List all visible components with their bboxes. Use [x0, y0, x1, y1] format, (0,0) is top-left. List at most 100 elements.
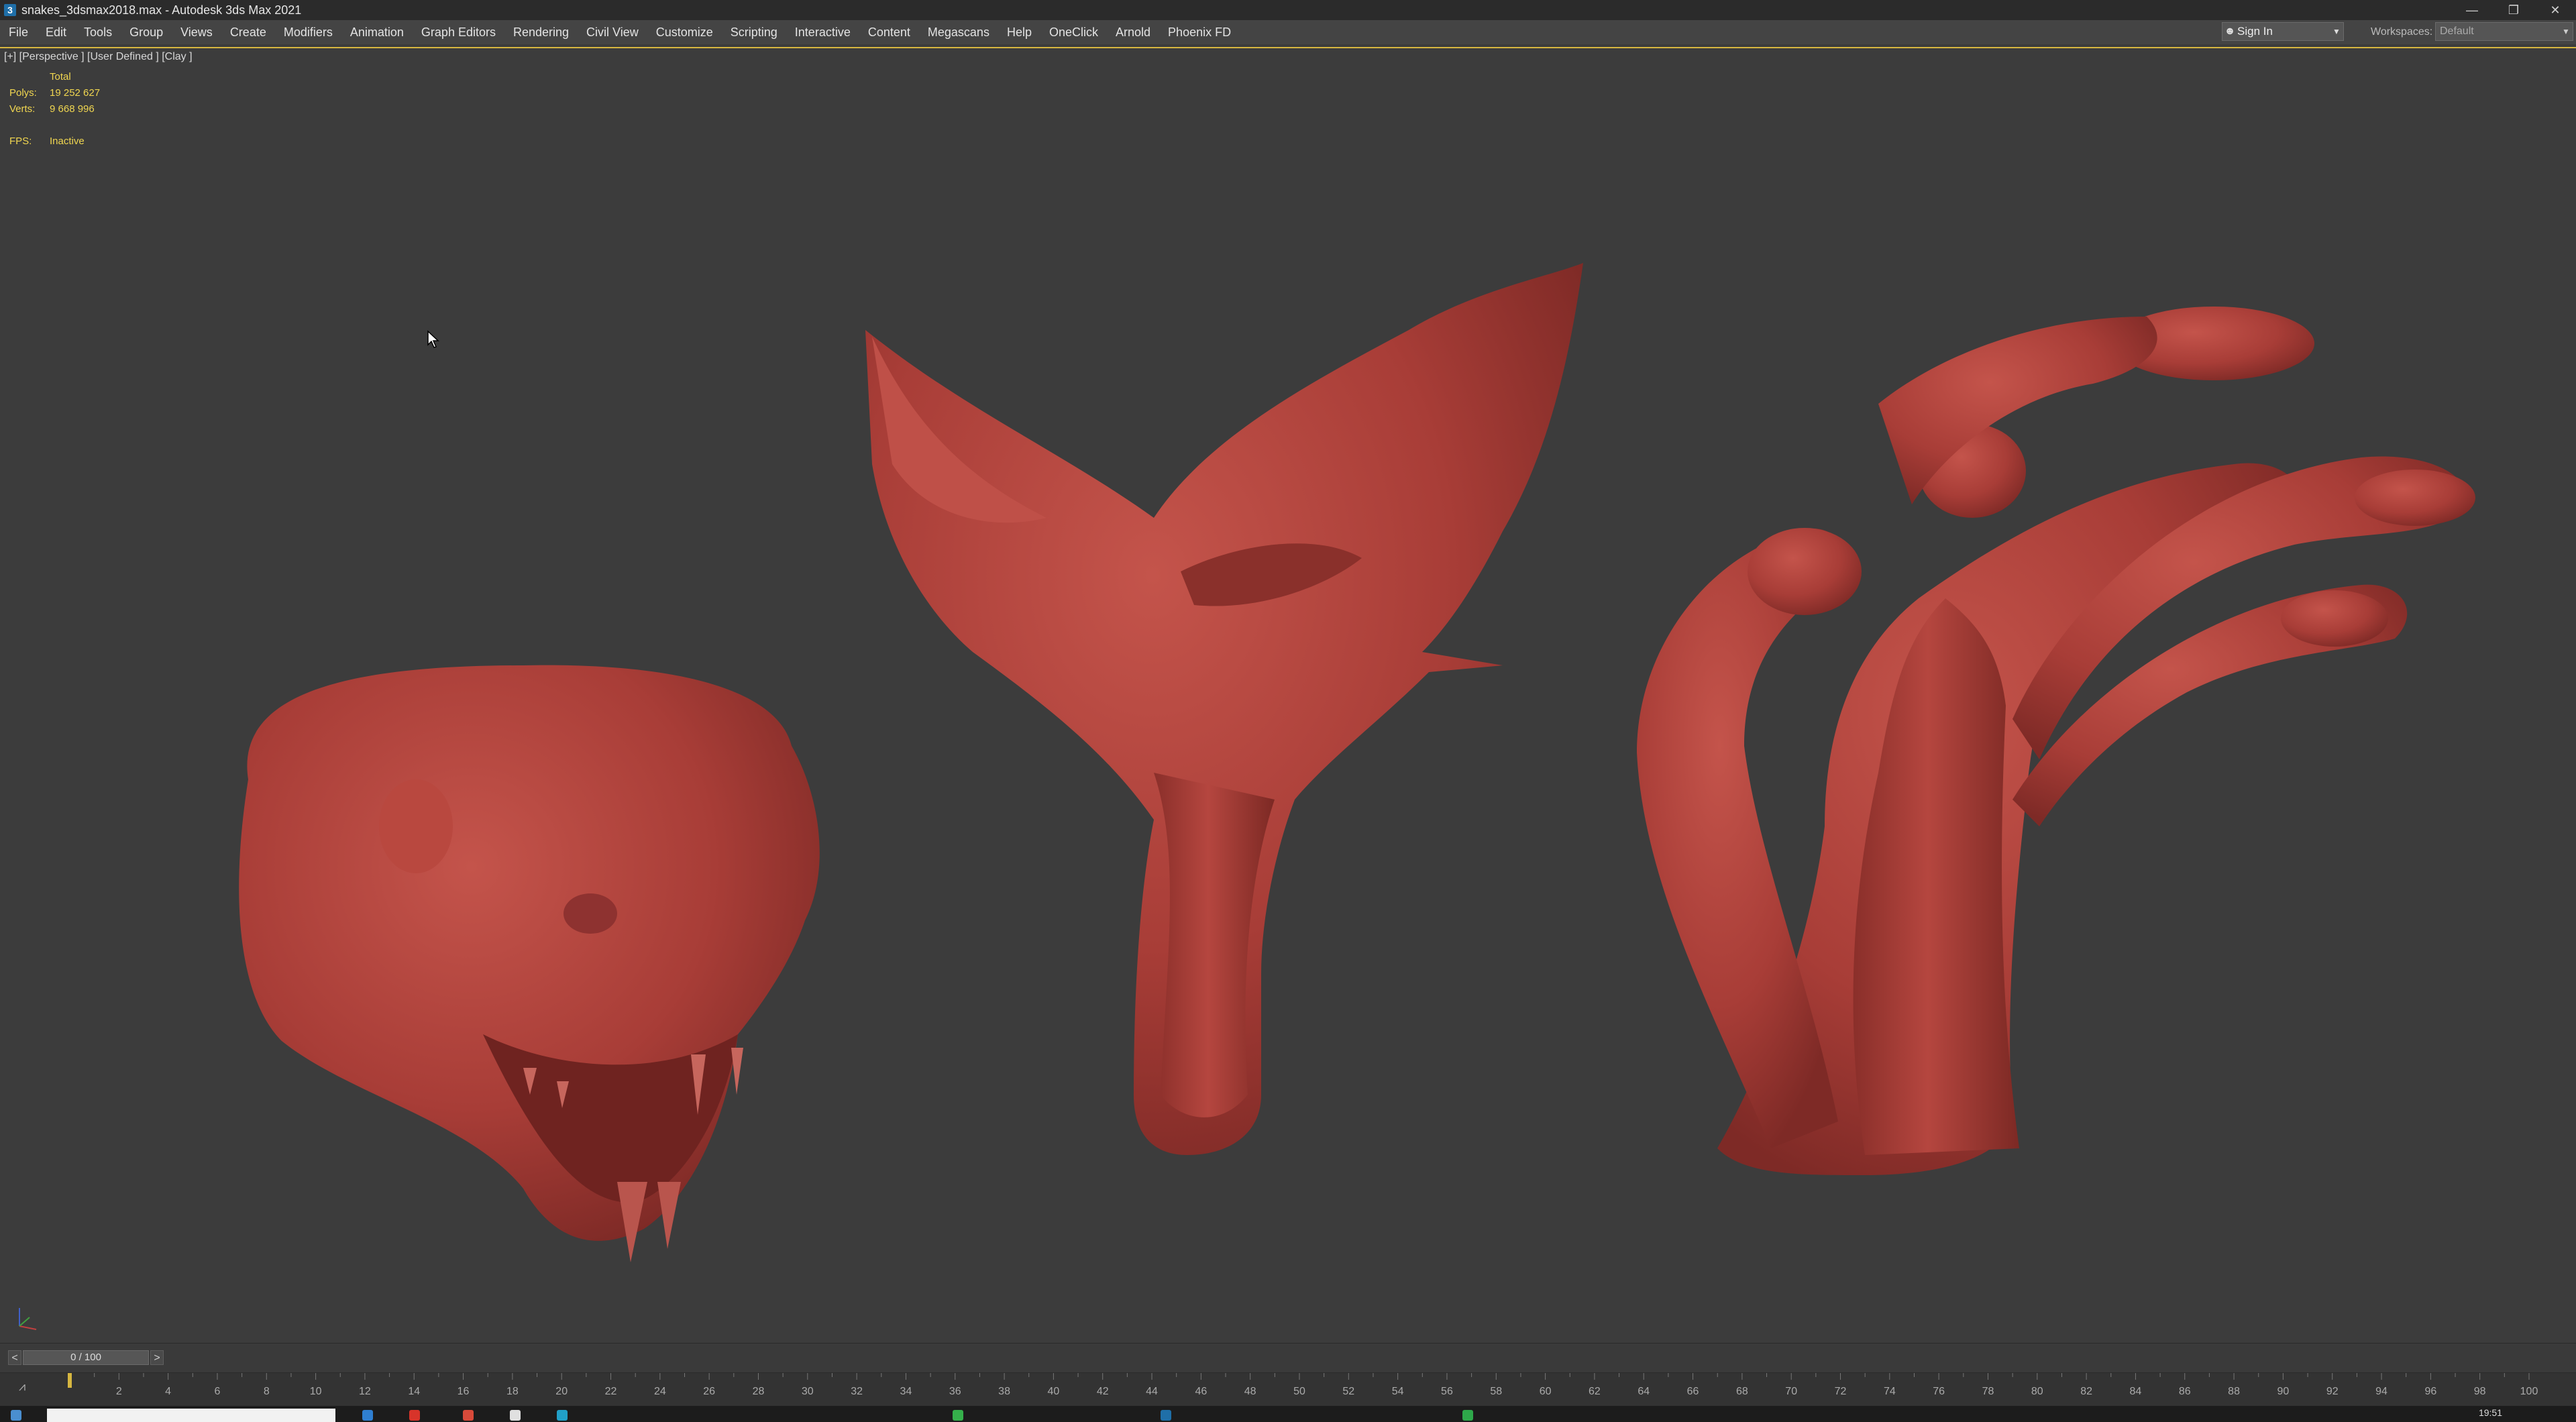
- ruler-tick-label: 14: [408, 1386, 420, 1397]
- time-slider-bar: < 0 / 100 >: [0, 1343, 2576, 1373]
- ruler-tick-label: 52: [1342, 1386, 1354, 1397]
- fps-value: Inactive: [50, 135, 85, 147]
- ruler-tick-label: 16: [458, 1386, 470, 1397]
- ruler-tick-label: 32: [851, 1386, 863, 1397]
- winged-cobra-model[interactable]: [865, 263, 1583, 1155]
- ruler-tick-label: 82: [2080, 1386, 2092, 1397]
- windows-taskbar: 19:51: [0, 1406, 2576, 1422]
- fps-label: FPS:: [9, 135, 32, 147]
- prev-frame-button[interactable]: <: [8, 1350, 21, 1365]
- ruler-tick-label: 62: [1589, 1386, 1601, 1397]
- ruler-tick-label: 38: [998, 1386, 1010, 1397]
- ruler-tick-label: 88: [2228, 1386, 2240, 1397]
- ruler-tick-label: 12: [359, 1386, 371, 1397]
- restore-button[interactable]: ❐: [2493, 0, 2534, 20]
- ruler-tick-label: 20: [555, 1386, 568, 1397]
- menu-phoenix-fd[interactable]: Phoenix FD: [1159, 25, 1240, 40]
- ruler-tick-label: 26: [703, 1386, 715, 1397]
- ruler-tick-label: 70: [1785, 1386, 1797, 1397]
- main-menu-bar: File Edit Tools Group Views Create Modif…: [0, 20, 2576, 44]
- ruler-tick-label: 92: [2326, 1386, 2339, 1397]
- close-button[interactable]: ✕: [2534, 0, 2576, 20]
- title-bar: 3 snakes_3dsmax2018.max - Autodesk 3ds M…: [0, 0, 2576, 20]
- ruler-tick-label: 98: [2474, 1386, 2486, 1397]
- ruler-tick-label: 6: [215, 1386, 221, 1397]
- taskbar-app-icon[interactable]: [557, 1410, 568, 1421]
- menu-scripting[interactable]: Scripting: [722, 25, 786, 40]
- taskbar-search-box[interactable]: [47, 1409, 335, 1422]
- ruler-tick-label: 64: [1638, 1386, 1650, 1397]
- ruler-tick-label: 36: [949, 1386, 961, 1397]
- polys-label: Polys:: [9, 87, 37, 99]
- workspace-select[interactable]: Default ▼: [2435, 22, 2573, 41]
- menu-arnold[interactable]: Arnold: [1107, 25, 1159, 40]
- 3dsmax-app-icon[interactable]: 3: [4, 4, 16, 16]
- ruler-tick-label: 24: [654, 1386, 666, 1397]
- verts-label: Verts:: [9, 103, 36, 115]
- window-controls: — ❐ ✕: [2451, 0, 2576, 20]
- ruler-tick-label: 68: [1736, 1386, 1748, 1397]
- perspective-viewport[interactable]: [+] [Perspective ] [User Defined ] [Clay…: [0, 47, 2576, 1343]
- chevron-down-icon: ▼: [2562, 27, 2570, 36]
- verts-value: 9 668 996: [50, 103, 95, 115]
- menu-content[interactable]: Content: [859, 25, 919, 40]
- menu-interactive[interactable]: Interactive: [786, 25, 859, 40]
- ruler-tick-label: 50: [1293, 1386, 1305, 1397]
- menu-civil-view[interactable]: Civil View: [578, 25, 647, 40]
- taskbar-app-icon[interactable]: [409, 1410, 420, 1421]
- user-icon: ☻: [2224, 25, 2236, 37]
- mouse-cursor-icon: [427, 330, 439, 348]
- taskbar-app-icon[interactable]: [463, 1410, 474, 1421]
- ruler-tick-label: 74: [1884, 1386, 1896, 1397]
- polys-value: 19 252 627: [50, 87, 101, 99]
- frame-ruler[interactable]: 2 4 6 8 10 12 14 16 18 20 22 24 26 28 30 32 34 36 38 40 42 44…: [0, 1373, 2576, 1407]
- menu-help[interactable]: Help: [998, 25, 1040, 40]
- ruler-tick-label: 58: [1490, 1386, 1502, 1397]
- taskbar-3dsmax-icon[interactable]: [1161, 1410, 1171, 1421]
- axis-tripod-icon: [19, 1308, 37, 1330]
- workspace-value: Default: [2440, 25, 2474, 37]
- menu-customize[interactable]: Customize: [647, 25, 722, 40]
- menu-megascans[interactable]: Megascans: [919, 25, 998, 40]
- ruler-tick-label: 78: [1982, 1386, 1994, 1397]
- taskbar-app-icon[interactable]: [953, 1410, 963, 1421]
- menu-tools[interactable]: Tools: [75, 25, 121, 40]
- time-slider[interactable]: 0 / 100: [23, 1350, 149, 1365]
- ruler-tick-label: 72: [1835, 1386, 1847, 1397]
- ruler-tick-label: 34: [900, 1386, 912, 1397]
- menu-file[interactable]: File: [0, 25, 37, 40]
- windows-start-icon[interactable]: [11, 1410, 21, 1421]
- ruler-tick-label: 40: [1048, 1386, 1060, 1397]
- minimize-button[interactable]: —: [2451, 0, 2493, 20]
- scene-render[interactable]: [0, 48, 2576, 1343]
- menu-oneclick[interactable]: OneClick: [1040, 25, 1107, 40]
- ruler-tick-label: 54: [1392, 1386, 1404, 1397]
- menu-group[interactable]: Group: [121, 25, 172, 40]
- ruler-tick-label: 84: [2130, 1386, 2142, 1397]
- taskbar-app-icon[interactable]: [510, 1410, 521, 1421]
- viewport-label[interactable]: [+] [Perspective ] [User Defined ] [Clay…: [4, 51, 193, 63]
- menu-create[interactable]: Create: [221, 25, 275, 40]
- ruler-tick-label: 60: [1540, 1386, 1552, 1397]
- menu-rendering[interactable]: Rendering: [504, 25, 578, 40]
- track-bar[interactable]: ⩘ 2 4 6 8 10 12 14 16 18 20 22 24 26 28 30 32 34 36 38 40 42…: [0, 1372, 2576, 1407]
- current-frame-marker[interactable]: [68, 1373, 72, 1388]
- ruler-tick-label: 90: [2277, 1386, 2290, 1397]
- next-frame-button[interactable]: >: [150, 1350, 164, 1365]
- taskbar-clock: 19:51: [2478, 1407, 2502, 1418]
- ruler-tick-label: 44: [1146, 1386, 1158, 1397]
- hydra-model[interactable]: [1637, 307, 2475, 1175]
- menu-edit[interactable]: Edit: [37, 25, 75, 40]
- menu-animation[interactable]: Animation: [341, 25, 413, 40]
- taskbar-app-icon[interactable]: [1462, 1410, 1473, 1421]
- menu-graph-editors[interactable]: Graph Editors: [413, 25, 504, 40]
- snake-head-model[interactable]: [239, 665, 820, 1262]
- ruler-tick-label: 2: [116, 1386, 122, 1397]
- menu-views[interactable]: Views: [172, 25, 221, 40]
- ruler-tick-label: 22: [605, 1386, 617, 1397]
- ruler-tick-label: 94: [2375, 1386, 2387, 1397]
- menu-modifiers[interactable]: Modifiers: [275, 25, 341, 40]
- sign-in-dropdown[interactable]: ☻ Sign In ▼: [2222, 22, 2344, 41]
- sign-in-label: Sign In: [2237, 25, 2273, 38]
- taskbar-app-icon[interactable]: [362, 1410, 373, 1421]
